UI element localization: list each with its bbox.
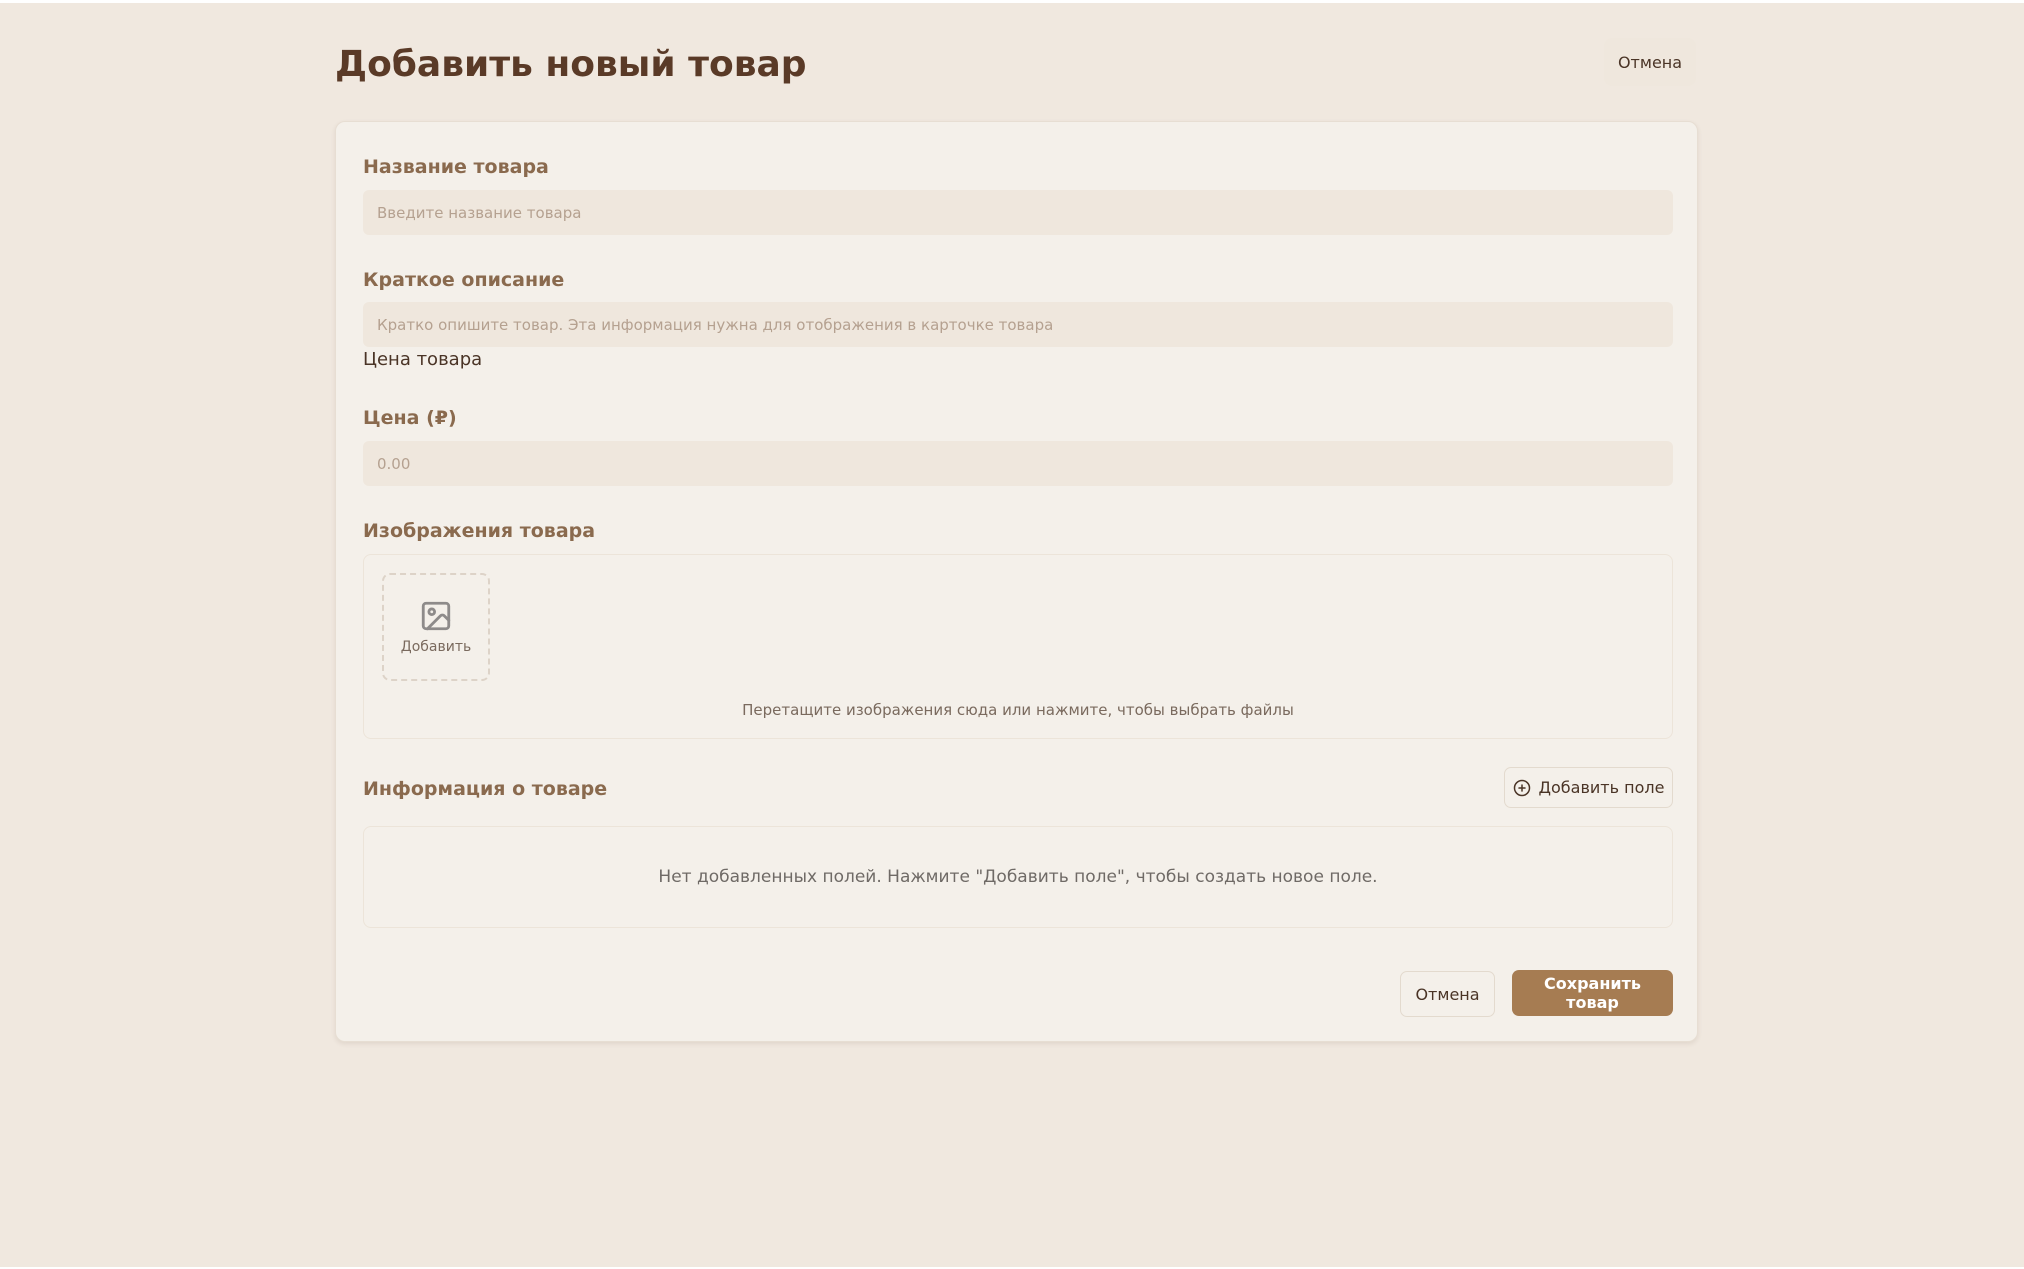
add-image-button[interactable]: Добавить — [382, 573, 490, 681]
image-drop-zone[interactable]: Добавить Перетащите изображения сюда или… — [363, 554, 1673, 739]
header-cancel-button[interactable]: Отмена — [1604, 38, 1696, 86]
add-field-label: Добавить поле — [1538, 778, 1665, 797]
short-description-label: Краткое описание — [363, 269, 565, 291]
plus-circle-icon — [1513, 779, 1530, 796]
save-product-button[interactable]: Сохранить товар — [1512, 970, 1673, 1016]
product-info-label: Информация о товаре — [363, 778, 608, 800]
image-icon — [421, 601, 451, 631]
short-description-input[interactable] — [363, 302, 1673, 347]
add-image-label: Добавить — [400, 639, 472, 655]
page-title: Добавить новый товар — [335, 44, 807, 85]
product-name-input[interactable] — [363, 190, 1673, 235]
drop-hint: Перетащите изображения сюда или нажмите,… — [742, 701, 1294, 719]
top-edge — [0, 0, 2024, 3]
product-name-label: Название товара — [363, 156, 549, 178]
product-form-card: Название товара Краткое описание Цена то… — [335, 121, 1698, 1042]
price-label: Цена (₽) — [363, 407, 457, 429]
add-field-button[interactable]: Добавить поле — [1504, 767, 1673, 808]
product-images-label: Изображения товара — [363, 520, 596, 542]
footer-cancel-button[interactable]: Отмена — [1400, 971, 1495, 1017]
price-section-label: Цена товара — [363, 349, 483, 370]
empty-fields-message: Нет добавленных полей. Нажмите "Добавить… — [363, 826, 1673, 928]
price-input[interactable] — [363, 441, 1673, 486]
